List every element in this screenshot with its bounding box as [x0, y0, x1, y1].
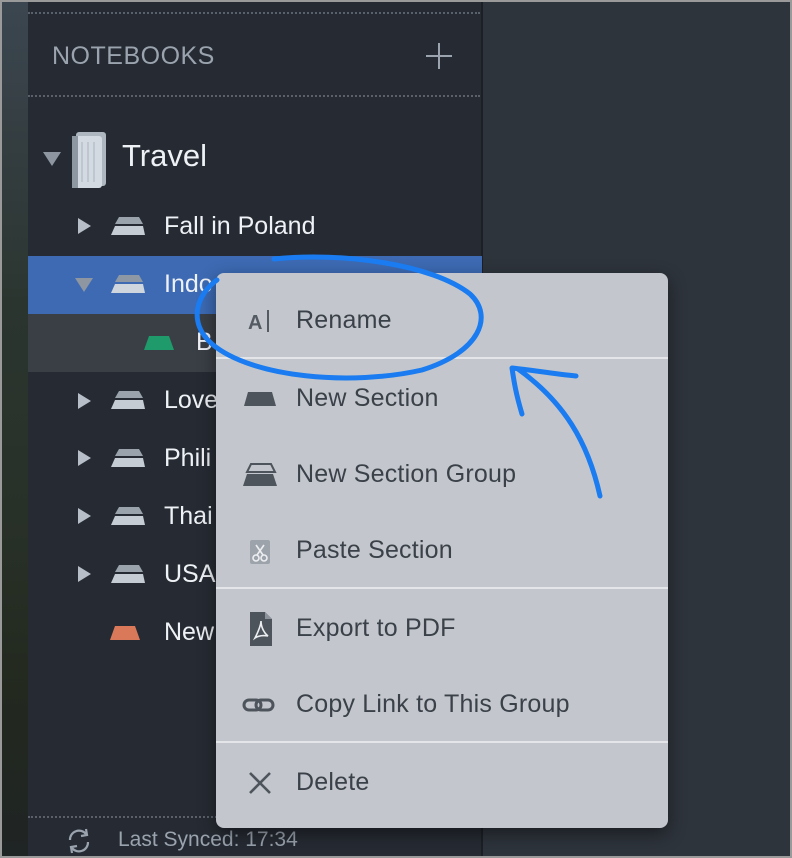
svg-text:A: A: [248, 312, 262, 334]
menu-item-label: Paste Section: [296, 536, 453, 564]
notebooks-heading: NOTEBOOKS: [52, 42, 215, 70]
divider-header: [28, 95, 480, 97]
desktop-background-strip: [2, 2, 28, 856]
menu-item-label: Rename: [296, 306, 392, 334]
menu-item-paste-section[interactable]: Paste Section: [216, 521, 668, 581]
menu-item-export-pdf[interactable]: Export to PDF: [216, 599, 668, 659]
expand-triangle-icon[interactable]: [78, 218, 91, 234]
section-group-label: Fall in Poland: [164, 212, 316, 240]
menu-item-label: New Section: [296, 384, 439, 412]
section-group-icon: [111, 507, 145, 525]
menu-item-rename[interactable]: A Rename: [216, 291, 668, 351]
section-group-icon: [243, 463, 277, 486]
menu-item-label: Delete: [296, 768, 370, 796]
app-window: NOTEBOOKS Travel Fall in Poland Indo B L…: [0, 0, 792, 858]
pdf-icon: [250, 612, 272, 646]
section-group-label: Indo: [164, 270, 213, 298]
sync-icon[interactable]: [66, 828, 92, 854]
link-icon: [242, 698, 275, 712]
notebook-row-travel[interactable]: Travel: [28, 126, 482, 188]
context-menu: A Rename New Section New Section Group P…: [216, 273, 668, 828]
section-group-label: Love: [164, 386, 219, 414]
section-group-label: Thai: [164, 502, 213, 530]
section-label: New: [164, 618, 215, 646]
section-icon: [144, 336, 174, 350]
menu-item-delete[interactable]: Delete: [216, 753, 668, 813]
section-group-icon: [111, 217, 145, 235]
section-group-icon: [111, 275, 145, 293]
last-synced-text: Last Synced: 17:34: [118, 828, 298, 851]
paste-icon: [250, 540, 270, 564]
menu-item-label: New Section Group: [296, 460, 517, 488]
notebook-label: Travel: [122, 138, 207, 173]
menu-item-label: Copy Link to This Group: [296, 690, 570, 718]
expand-triangle-icon[interactable]: [78, 450, 91, 466]
add-notebook-button[interactable]: [422, 40, 456, 74]
expand-triangle-icon[interactable]: [78, 393, 91, 409]
section-group-icon: [111, 565, 145, 583]
collapse-triangle-icon[interactable]: [43, 152, 61, 166]
menu-item-label: Export to PDF: [296, 614, 456, 642]
section-group-row[interactable]: Fall in Poland: [28, 198, 482, 256]
rename-icon: A: [248, 310, 269, 334]
divider-top: [28, 12, 480, 14]
section-label: B: [196, 328, 213, 356]
section-group-label: Phili: [164, 444, 212, 472]
expand-triangle-icon[interactable]: [78, 566, 91, 582]
menu-item-new-section-group[interactable]: New Section Group: [216, 445, 668, 505]
section-icon: [110, 626, 140, 640]
section-group-icon: [111, 391, 145, 409]
menu-separator: [216, 741, 668, 743]
close-icon: [249, 772, 271, 794]
section-group-icon: [111, 449, 145, 467]
section-icon: [244, 392, 276, 406]
menu-item-new-section[interactable]: New Section: [216, 369, 668, 429]
notebook-icon: [72, 132, 106, 188]
menu-item-copy-link[interactable]: Copy Link to This Group: [216, 675, 668, 735]
section-group-label: USA: [164, 560, 216, 588]
collapse-triangle-icon[interactable]: [75, 278, 93, 292]
expand-triangle-icon[interactable]: [78, 508, 91, 524]
menu-separator: [216, 587, 668, 589]
menu-separator: [216, 357, 668, 359]
